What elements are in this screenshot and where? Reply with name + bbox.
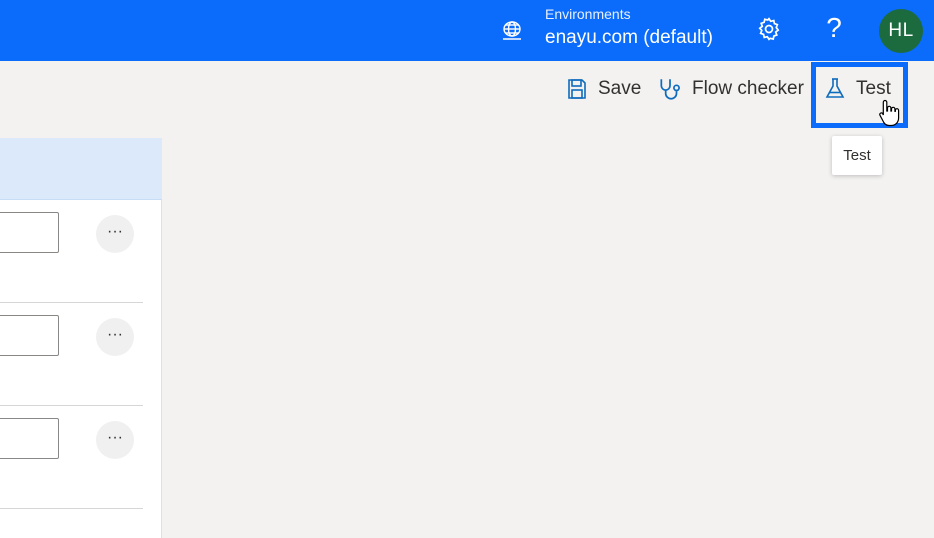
row-input-field[interactable]: [0, 212, 59, 253]
flow-checker-button[interactable]: Flow checker: [657, 61, 804, 116]
flask-icon: [825, 77, 845, 98]
environment-name: enayu.com (default): [545, 27, 713, 48]
stethoscope-icon: [660, 78, 680, 100]
gear-icon[interactable]: [756, 16, 782, 42]
environment-label: Environments: [545, 6, 631, 22]
globe-icon[interactable]: [500, 18, 524, 42]
flow-checker-label: Flow checker: [692, 77, 804, 99]
save-label: Save: [598, 77, 642, 99]
environment-selector[interactable]: Environments enayu.com (default): [545, 6, 713, 51]
list-item: ···: [0, 303, 143, 406]
save-button[interactable]: Save: [565, 61, 641, 116]
list-item: ···: [0, 200, 143, 303]
panel-header: [0, 138, 162, 200]
more-options-button[interactable]: ···: [96, 318, 134, 356]
test-tooltip: Test: [832, 136, 882, 175]
save-icon: [568, 78, 586, 99]
avatar[interactable]: HL: [879, 9, 923, 53]
top-header-bar: Environments enayu.com (default) ? HL: [0, 0, 934, 61]
row-input-field[interactable]: [0, 418, 59, 459]
more-options-button[interactable]: ···: [96, 215, 134, 253]
test-button[interactable]: Test: [823, 61, 891, 116]
list-item: ···: [0, 406, 143, 509]
test-label: Test: [856, 77, 891, 99]
left-panel: ··· ··· ···: [0, 138, 162, 538]
more-options-button[interactable]: ···: [96, 421, 134, 459]
row-input-field[interactable]: [0, 315, 59, 356]
command-bar: Save Flow checker Test: [0, 61, 934, 116]
help-icon[interactable]: ?: [822, 10, 846, 46]
